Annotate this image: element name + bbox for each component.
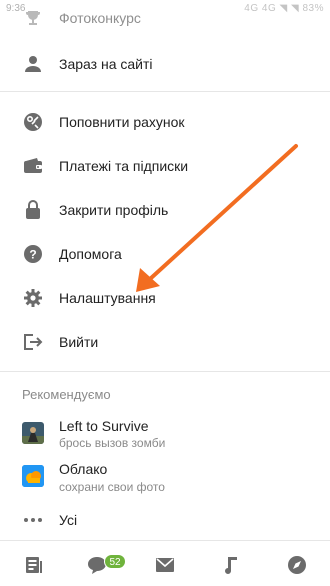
- menu-label-close-profile: Закрити профіль: [59, 202, 169, 218]
- menu-label-help: Допомога: [59, 246, 122, 262]
- menu-item-settings[interactable]: Налаштування: [0, 276, 330, 320]
- mail-icon[interactable]: [153, 553, 177, 577]
- menu-label-online-now: Зараз на сайті: [59, 56, 153, 72]
- cloud-app-icon: [22, 465, 44, 487]
- menu-item-top-up[interactable]: Поповнити рахунок: [0, 100, 330, 144]
- menu-label-settings: Налаштування: [59, 290, 156, 306]
- menu-label-payments: Платежі та підписки: [59, 158, 189, 174]
- ok-currency-icon: [23, 112, 43, 132]
- person-icon: [23, 54, 43, 74]
- divider: [0, 371, 330, 372]
- lock-icon: [23, 200, 43, 220]
- more-dots-icon: [23, 510, 43, 530]
- help-icon: ?: [23, 244, 43, 264]
- svg-text:?: ?: [29, 248, 36, 262]
- menu-item-payments[interactable]: Платежі та підписки: [0, 144, 330, 188]
- app-title: Облако: [59, 461, 108, 477]
- wallet-icon: [23, 156, 43, 176]
- music-icon[interactable]: [218, 553, 242, 577]
- app-title: Left to Survive: [59, 418, 149, 434]
- menu-label-top-up: Поповнити рахунок: [59, 114, 185, 130]
- recommended-header: Рекомендуємо: [22, 387, 111, 402]
- menu-label-logout: Вийти: [59, 334, 99, 350]
- menu-item-help[interactable]: ? Допомога: [0, 232, 330, 276]
- messages-badge: 52: [104, 554, 126, 569]
- gear-icon: [23, 288, 43, 308]
- discover-icon[interactable]: [285, 553, 309, 577]
- app-subtitle: брось вызов зомби: [59, 436, 166, 450]
- app-item-left-to-survive[interactable]: Left to Survive брось вызов зомби: [0, 412, 330, 456]
- feed-icon[interactable]: [22, 553, 46, 577]
- bottom-tab-bar: 52: [0, 540, 330, 586]
- menu-item-close-profile[interactable]: Закрити профіль: [0, 188, 330, 232]
- menu-item-all-apps[interactable]: Усі: [0, 498, 330, 542]
- logout-icon: [23, 332, 43, 352]
- menu-item-online-now[interactable]: Зараз на сайті: [0, 42, 330, 86]
- trophy-icon: [23, 8, 43, 28]
- menu-item-photo-contest[interactable]: Фотоконкурс: [0, 0, 330, 40]
- menu-label-all-apps: Усі: [59, 512, 78, 528]
- game-icon: [22, 422, 44, 444]
- menu-label-photo-contest: Фотоконкурс: [59, 10, 141, 26]
- app-subtitle: сохрани свои фото: [59, 480, 165, 494]
- menu-item-logout[interactable]: Вийти: [0, 320, 330, 364]
- app-item-cloud[interactable]: Облако сохрани свои фото: [0, 456, 330, 500]
- divider: [0, 91, 330, 92]
